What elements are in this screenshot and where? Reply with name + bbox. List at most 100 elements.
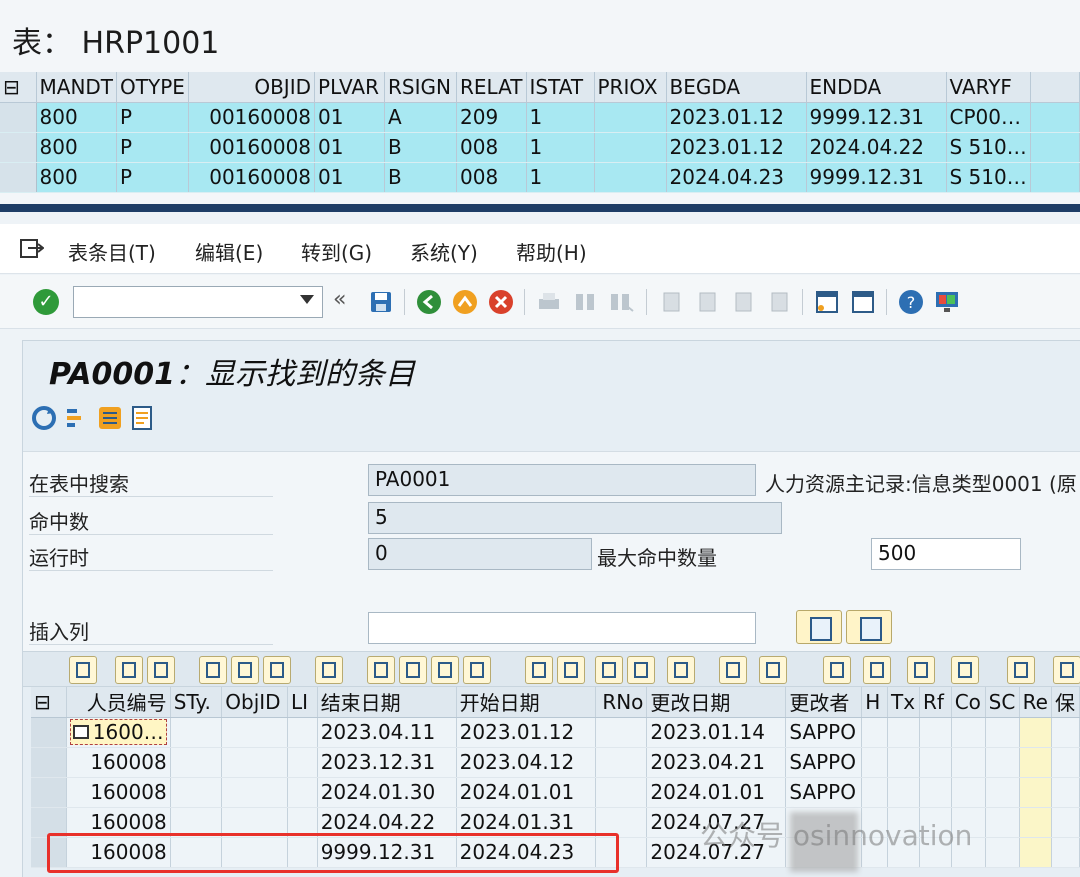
number-entries-icon[interactable] xyxy=(97,405,123,431)
sort-descending-icon[interactable] xyxy=(557,656,585,684)
find-next-grid-icon[interactable] xyxy=(627,656,655,684)
insert-column-left-button[interactable] xyxy=(796,610,842,644)
menu-table-entry[interactable]: 表条目(T) xyxy=(68,237,156,266)
col-header-priox[interactable]: PRIOX xyxy=(594,72,667,103)
paste-icon[interactable] xyxy=(263,656,291,684)
row-selector[interactable] xyxy=(0,162,37,193)
col-header-bao[interactable]: 保 xyxy=(1051,687,1080,718)
col-header-mandt[interactable]: MANDT xyxy=(36,72,118,103)
last-page-icon[interactable] xyxy=(766,289,792,315)
graphic-icon[interactable] xyxy=(1053,656,1080,684)
next-page-icon[interactable] xyxy=(730,289,756,315)
export-icon[interactable] xyxy=(907,656,935,684)
info-icon[interactable] xyxy=(1007,656,1035,684)
find-next-icon[interactable] xyxy=(608,289,634,315)
collapse-icon[interactable]: « xyxy=(333,287,346,312)
col-header-changed-by[interactable]: 更改者 xyxy=(785,687,863,718)
customize-layout-icon[interactable] xyxy=(934,289,960,315)
find-icon[interactable] xyxy=(572,289,598,315)
menu-goto[interactable]: 转到(G) xyxy=(301,237,372,266)
row-selector[interactable] xyxy=(31,747,67,778)
grid-layout-icon[interactable]: ⊟ xyxy=(31,687,67,718)
subtotal-icon[interactable] xyxy=(759,656,787,684)
details-pin-icon[interactable] xyxy=(72,725,89,739)
col-header-end-date[interactable]: 结束日期 xyxy=(317,687,457,718)
col-header-plvar[interactable]: PLVAR xyxy=(314,72,386,103)
save-icon[interactable] xyxy=(368,289,394,315)
chevron-down-icon[interactable] xyxy=(300,295,314,304)
col-header-sty[interactable]: STy. xyxy=(170,687,223,718)
col-header-changed-on[interactable]: 更改日期 xyxy=(646,687,787,718)
back-icon[interactable] xyxy=(416,289,442,315)
previous-page-icon[interactable] xyxy=(694,289,720,315)
total-icon[interactable] xyxy=(719,656,747,684)
col-header-pernr[interactable]: 人员编号 xyxy=(66,687,171,718)
menu-help[interactable]: 帮助(H) xyxy=(516,237,587,266)
row-selector[interactable] xyxy=(0,102,37,133)
col-header-start-date[interactable]: 开始日期 xyxy=(456,687,596,718)
views-icon[interactable] xyxy=(863,656,891,684)
menu-exit-icon[interactable] xyxy=(20,239,44,259)
col-header-endda[interactable]: ENDDA xyxy=(806,72,947,103)
sort-ascending-icon[interactable] xyxy=(525,656,553,684)
col-header-istat[interactable]: ISTAT xyxy=(526,72,595,103)
col-header-h[interactable]: H xyxy=(861,687,888,718)
table-row[interactable]: 160008 2024.01.30 2024.01.01 2024.01.01 … xyxy=(31,777,1080,808)
row-selector[interactable] xyxy=(31,807,67,838)
print-grid-icon[interactable] xyxy=(823,656,851,684)
row-selector[interactable] xyxy=(0,132,37,163)
col-header-rf[interactable]: Rf xyxy=(919,687,952,718)
cancel-icon[interactable] xyxy=(488,289,514,315)
layout-icon[interactable] xyxy=(951,656,979,684)
filter-icon[interactable] xyxy=(667,656,695,684)
cell-pernr[interactable]: 1600… xyxy=(66,717,171,748)
col-header-otype[interactable]: OTYPE xyxy=(116,72,190,103)
col-header-begda[interactable]: BEGDA xyxy=(666,72,807,103)
col-header-rno[interactable]: RNo xyxy=(595,687,648,718)
col-header-re[interactable]: Re xyxy=(1019,687,1052,718)
menu-system[interactable]: 系统(Y) xyxy=(410,237,478,266)
print-icon[interactable] xyxy=(536,289,562,315)
table-row[interactable]: 800 P 00160008 01 A 209 1 2023.01.12 999… xyxy=(0,102,1080,133)
new-row-icon[interactable] xyxy=(367,656,395,684)
table-row[interactable]: 160008 2023.12.31 2023.04.12 2023.04.21 … xyxy=(31,747,1080,778)
refresh-grid-icon[interactable] xyxy=(147,656,175,684)
copy-row-icon[interactable] xyxy=(463,656,491,684)
command-field[interactable] xyxy=(73,286,323,318)
col-header-varyf[interactable]: VARYF xyxy=(946,72,1031,103)
details-icon[interactable] xyxy=(69,656,97,684)
col-header-sc[interactable]: SC xyxy=(985,687,1020,718)
max-hits-input[interactable]: 500 xyxy=(871,538,1021,570)
new-session-icon[interactable] xyxy=(814,289,840,315)
col-header-co[interactable]: Co xyxy=(951,687,986,718)
table-row[interactable]: 800 P 00160008 01 B 008 1 2024.04.23 999… xyxy=(0,162,1080,193)
insert-column-right-button[interactable] xyxy=(846,610,892,644)
first-page-icon[interactable] xyxy=(658,289,684,315)
shortcut-icon[interactable] xyxy=(850,289,876,315)
col-header-rsign[interactable]: RSIGN xyxy=(384,72,458,103)
table-row[interactable]: 1600… 2023.04.11 2023.01.12 2023.01.14 S… xyxy=(31,717,1080,748)
selection-criteria-icon[interactable] xyxy=(65,405,91,431)
table-row[interactable]: 800 P 00160008 01 B 008 1 2023.01.12 202… xyxy=(0,132,1080,163)
col-header-tx[interactable]: Tx xyxy=(887,687,920,718)
col-header-relat[interactable]: RELAT xyxy=(456,72,527,103)
sql-statement-icon[interactable] xyxy=(129,405,155,431)
delete-row-icon[interactable] xyxy=(431,656,459,684)
copy-icon[interactable] xyxy=(231,656,259,684)
insert-column-input[interactable] xyxy=(368,612,756,644)
cut-icon[interactable] xyxy=(199,656,227,684)
row-selector[interactable] xyxy=(31,777,67,808)
col-header-objid[interactable]: ObjID xyxy=(221,687,289,718)
enter-check-icon[interactable]: ✓ xyxy=(33,289,59,315)
undo-icon[interactable] xyxy=(315,656,343,684)
col-header-objid[interactable]: OBJID xyxy=(188,72,316,103)
insert-row-icon[interactable] xyxy=(399,656,427,684)
col-header-li[interactable]: LI xyxy=(287,687,318,718)
check-entries-icon[interactable] xyxy=(115,656,143,684)
menu-edit[interactable]: 编辑(E) xyxy=(195,237,263,266)
exit-icon[interactable] xyxy=(452,289,478,315)
refresh-icon[interactable] xyxy=(31,405,57,431)
row-selector[interactable] xyxy=(31,717,67,748)
find-grid-icon[interactable] xyxy=(595,656,623,684)
grid-settings-icon[interactable]: ⊟ xyxy=(0,72,37,103)
